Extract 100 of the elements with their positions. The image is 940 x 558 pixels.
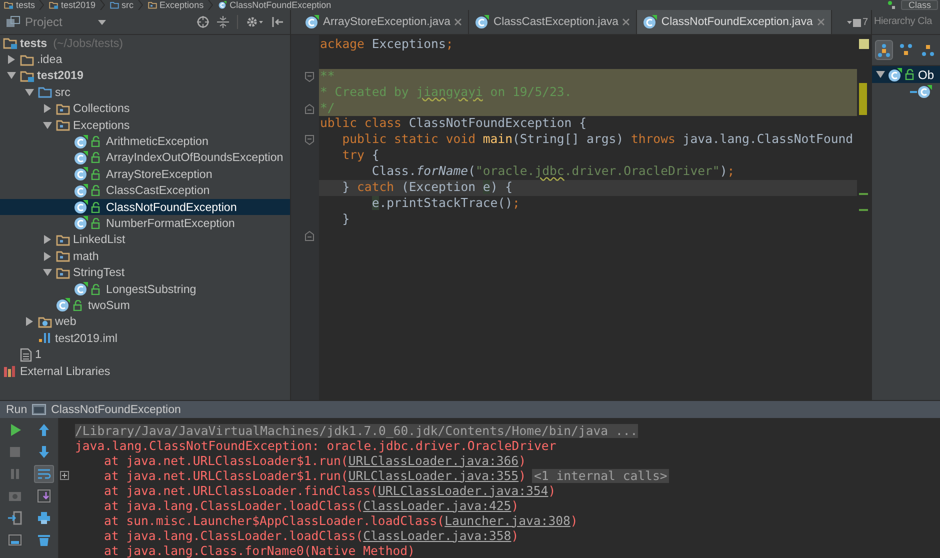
tree-row[interactable]: LongestSubstring xyxy=(0,280,290,298)
stop-icon xyxy=(8,445,22,459)
fold-end-icon[interactable] xyxy=(305,104,314,114)
tree-row[interactable]: test2019 xyxy=(0,68,290,84)
breadcrumb-item[interactable]: src xyxy=(122,0,134,10)
unlocked-lock-icon xyxy=(91,185,101,196)
tree-row[interactable]: ClassNotFoundException xyxy=(0,198,290,216)
tree-row[interactable]: Collections xyxy=(0,100,290,117)
console-window-icon xyxy=(32,404,46,415)
package-folder-icon xyxy=(56,119,70,132)
locate-icon[interactable] xyxy=(197,16,209,28)
tree-row[interactable]: ArrayIndexOutOfBoundsException xyxy=(0,150,290,166)
breadcrumb-item[interactable]: test2019 xyxy=(61,0,96,10)
trash-icon xyxy=(36,533,50,547)
class-icon xyxy=(74,167,88,182)
class-icon xyxy=(305,15,319,29)
collapse-all-icon[interactable] xyxy=(217,16,229,28)
change-marker xyxy=(859,193,868,195)
tree-item-label: StringTest xyxy=(73,266,125,280)
tree-row[interactable]: LinkedList xyxy=(0,232,290,248)
tree-item-label: Ob xyxy=(918,68,934,82)
tree-row[interactable]: ClassCastException xyxy=(0,182,290,199)
tree-row[interactable]: ArithmeticException xyxy=(0,133,290,150)
code-line: } xyxy=(341,212,351,228)
tree-row[interactable]: StringTest xyxy=(0,264,290,281)
folded-calls-note[interactable]: <1 internal calls> xyxy=(532,468,670,482)
console-line: at java.lang.ClassLoader.loadClass(ClassLoader.java:425) xyxy=(103,498,519,512)
tree-row[interactable]: twoSum xyxy=(0,297,290,314)
expand-plus-icon[interactable] xyxy=(60,471,69,480)
web-folder-icon xyxy=(38,316,52,328)
editor-tab[interactable]: ClassNotFoundException.java xyxy=(637,10,832,34)
code-line: Class.forName("oracle.jdbc.driver.OracleDriver"); xyxy=(370,164,736,180)
wrap-button[interactable] xyxy=(34,465,54,483)
expand-arrow-icon[interactable] xyxy=(26,317,32,326)
module-folder-icon xyxy=(4,1,13,9)
collapse-arrow-icon[interactable] xyxy=(6,72,16,80)
scroll-to-end-icon xyxy=(36,489,50,503)
unlocked-lock-icon xyxy=(91,136,101,148)
tree-item-label: ArrayStoreException xyxy=(106,168,212,181)
tree-row[interactable]: 1 xyxy=(0,346,290,363)
run-configuration-name[interactable]: ClassNotFoundException xyxy=(51,404,181,416)
class-icon xyxy=(74,216,88,230)
expand-arrow-icon[interactable] xyxy=(44,104,50,114)
tree-item-label: Exceptions xyxy=(73,118,130,132)
tree-row[interactable]: Ob xyxy=(872,66,940,83)
breadcrumb-item[interactable]: tests xyxy=(16,0,36,10)
fold-end-icon[interactable] xyxy=(305,230,314,241)
libraries-icon xyxy=(3,365,17,377)
close-icon[interactable] xyxy=(816,18,825,26)
console-line: at java.net.URLClassLoader$1.run(URLClassLoader.java:366) xyxy=(103,454,526,468)
fold-start-icon[interactable] xyxy=(305,72,314,82)
expand-arrow-icon[interactable] xyxy=(8,55,14,64)
close-icon[interactable] xyxy=(622,18,630,26)
breadcrumb-item[interactable]: Exceptions xyxy=(160,0,204,10)
class-icon xyxy=(74,200,88,214)
fold-start-icon[interactable] xyxy=(305,135,314,146)
breadcrumb-item[interactable]: ClassNotFoundException xyxy=(230,0,332,10)
arrow-class-icon xyxy=(910,84,932,98)
print-icon xyxy=(36,511,50,525)
module-folder-icon xyxy=(20,70,34,82)
tree-item-label: NumberFormatException xyxy=(106,216,235,230)
tree-item-label: ClassCastException xyxy=(106,184,210,198)
unlocked-lock-icon xyxy=(91,168,101,180)
expand-arrow-icon[interactable] xyxy=(44,235,50,244)
tree-row[interactable]: ArrayStoreException xyxy=(0,166,290,183)
tree-item-label: tests xyxy=(20,36,48,50)
collapse-arrow-icon[interactable] xyxy=(24,88,34,96)
collapse-arrow-icon[interactable] xyxy=(876,71,885,78)
tree-row[interactable]: math xyxy=(0,248,290,264)
tree-row[interactable]: test2019.iml xyxy=(0,330,290,346)
tab-overflow-button[interactable]: 7 xyxy=(844,10,871,34)
close-icon[interactable] xyxy=(454,18,462,26)
unlocked-lock-icon xyxy=(73,300,83,311)
unlocked-lock-icon xyxy=(91,202,101,213)
hide-panel-icon[interactable] xyxy=(272,16,284,28)
type-hierarchy-icon xyxy=(878,44,890,56)
tree-item-label: Collections xyxy=(73,102,130,116)
collapse-arrow-icon[interactable] xyxy=(42,269,52,276)
tree-item-label: math xyxy=(73,250,99,263)
class-icon xyxy=(74,282,88,296)
warning-marker xyxy=(859,83,867,115)
tree-row[interactable]: .idea xyxy=(0,51,290,68)
settings-icon[interactable] xyxy=(246,16,264,28)
tree-row[interactable]: External Libraries xyxy=(0,362,290,380)
tree-item-label: ClassNotFoundException xyxy=(106,200,237,214)
unlocked-lock-icon xyxy=(91,284,101,295)
change-marker xyxy=(859,209,868,211)
supertypes-icon xyxy=(900,44,912,56)
tree-row[interactable]: NumberFormatException xyxy=(0,215,290,232)
tree-row[interactable]: web xyxy=(0,314,290,330)
run-config-selector[interactable]: Class xyxy=(901,0,938,10)
inspection-status-icon xyxy=(859,39,869,49)
collapse-arrow-icon[interactable] xyxy=(42,122,52,129)
run-status-icon xyxy=(886,0,896,10)
tree-item-label: .idea xyxy=(37,53,62,66)
tree-row[interactable]: src xyxy=(0,84,290,101)
tree-item-label: test2019 xyxy=(37,69,84,82)
tree-row[interactable]: Exceptions xyxy=(0,116,290,134)
expand-arrow-icon[interactable] xyxy=(44,252,50,261)
hierarchy-mode-button[interactable] xyxy=(875,40,893,60)
